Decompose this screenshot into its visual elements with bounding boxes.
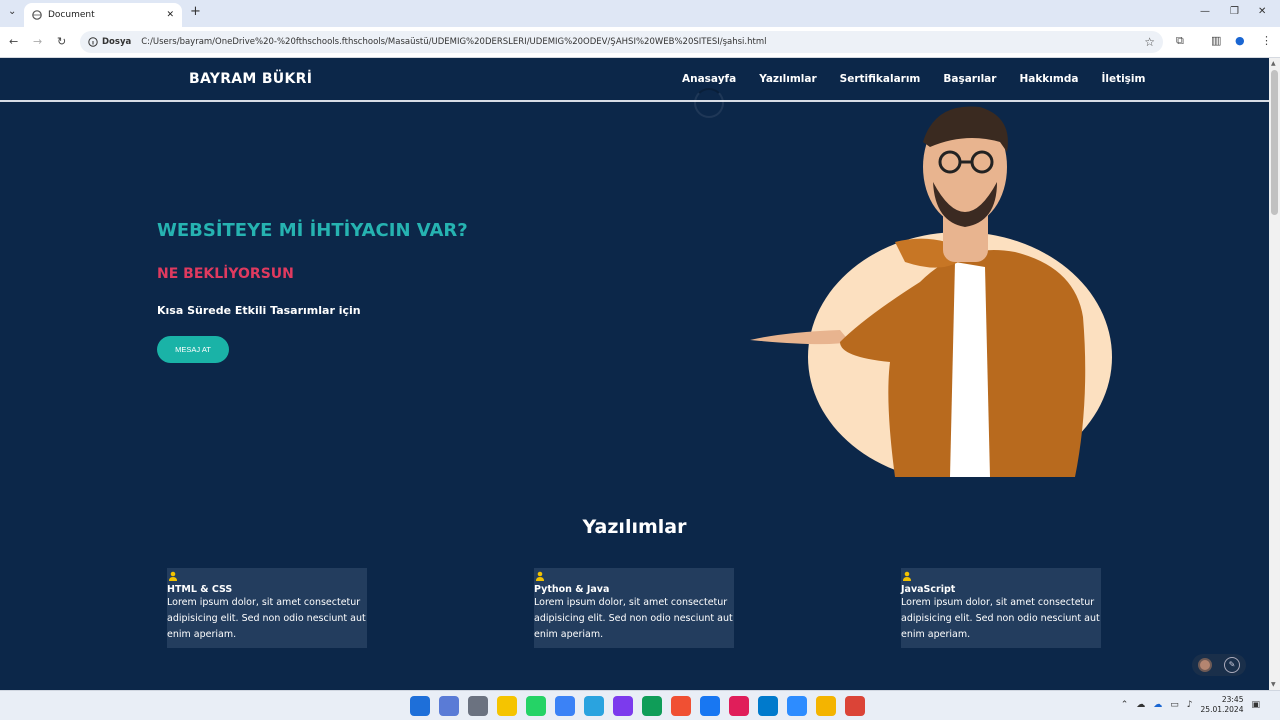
minimize-icon[interactable]: — [1200, 6, 1210, 17]
side-panel-icon[interactable]: ▥ [1211, 34, 1221, 47]
skill-card-python-java: Python & Java Lorem ipsum dolor, sit ame… [534, 568, 734, 648]
cloud-icon[interactable]: ☁ [1136, 700, 1145, 710]
skill-card-html: HTML & CSS Lorem ipsum dolor, sit amet c… [167, 568, 367, 648]
clock[interactable]: 23:45 25.01.2024 [1201, 695, 1244, 715]
browser-tab[interactable]: Document ✕ [24, 3, 182, 27]
hero-headline: WEBSİTEYE Mİ İHTİYACIN VAR? [157, 220, 468, 241]
telegram-icon[interactable] [584, 696, 604, 716]
browser-tab-bar: ⌄ Document ✕ + — ❐ ✕ [0, 0, 1280, 27]
display-icon[interactable]: ▭ [1170, 700, 1179, 710]
site-navbar: BAYRAM BÜKRİ Anasayfa Yazılımlar Sertifi… [0, 58, 1269, 102]
git-icon[interactable] [671, 696, 691, 716]
nav-link-sertifikalarim[interactable]: Sertifikalarım [840, 73, 921, 85]
windows-taskbar: ⌃ ☁ ☁ ▭ ♪ 23:45 25.01.2024 ▣ [0, 690, 1280, 720]
system-tray: ⌃ ☁ ☁ ▭ ♪ 23:45 25.01.2024 ▣ [1121, 695, 1260, 715]
loading-spinner [694, 88, 724, 118]
nav-link-anasayfa[interactable]: Anasayfa [682, 73, 736, 85]
card-text: Lorem ipsum dolor, sit amet consectetur … [534, 597, 733, 640]
slack-icon[interactable] [729, 696, 749, 716]
screen-recorder-widget: ✎ [1192, 654, 1246, 676]
page-scrollbar[interactable]: ▲ ▼ [1269, 58, 1280, 690]
zoom-icon[interactable] [787, 696, 807, 716]
messenger-icon[interactable] [700, 696, 720, 716]
hero-tagline: Kısa Sürede Etkili Tasarımlar için [157, 304, 361, 317]
back-icon[interactable]: ← [9, 35, 18, 48]
reload-icon[interactable]: ↻ [57, 35, 66, 48]
windows-start-icon[interactable] [410, 696, 430, 716]
scroll-up-icon[interactable]: ▲ [1271, 60, 1276, 67]
browser-toolbar: ← → ↻ Dosya C:/Users/bayram/OneDrive%20-… [0, 27, 1280, 58]
nav-link-hakkimda[interactable]: Hakkımda [1019, 73, 1078, 85]
address-bar[interactable]: Dosya C:/Users/bayram/OneDrive%20-%20fth… [80, 31, 1163, 53]
section-title: Yazılımlar [582, 516, 687, 538]
tab-search-icon[interactable]: ⌄ [8, 6, 16, 17]
hero-person-image [750, 106, 1112, 477]
whatsapp-icon[interactable] [526, 696, 546, 716]
edge-icon[interactable] [642, 696, 662, 716]
card-text: Lorem ipsum dolor, sit amet consectetur … [167, 597, 366, 640]
record-icon[interactable] [1198, 658, 1212, 672]
window-close-icon[interactable]: ✕ [1258, 6, 1266, 17]
nav-menu: Anasayfa Yazılımlar Sertifikalarım Başar… [682, 73, 1145, 85]
paint-icon[interactable] [555, 696, 575, 716]
skill-card-javascript: JavaScript Lorem ipsum dolor, sit amet c… [901, 568, 1101, 648]
scrollbar-thumb[interactable] [1271, 70, 1278, 215]
profile-icon[interactable]: ● [1235, 34, 1245, 47]
bookmark-star-icon[interactable]: ☆ [1144, 35, 1155, 49]
extensions-icon[interactable]: ⧉ [1176, 34, 1184, 48]
chrome-icon[interactable] [845, 696, 865, 716]
notification-icon[interactable]: ▣ [1251, 700, 1260, 710]
nav-link-yazilimlar[interactable]: Yazılımlar [759, 73, 816, 85]
globe-icon [32, 10, 42, 20]
sticky-notes-icon[interactable] [497, 696, 517, 716]
task-view-icon[interactable] [468, 696, 488, 716]
url-text: C:/Users/bayram/OneDrive%20-%20fthschool… [141, 37, 767, 47]
file-explorer-icon[interactable] [816, 696, 836, 716]
clock-date: 25.01.2024 [1200, 705, 1244, 714]
copilot-icon[interactable] [439, 696, 459, 716]
site-logo[interactable]: BAYRAM BÜKRİ [189, 71, 312, 87]
card-text: Lorem ipsum dolor, sit amet consectetur … [901, 597, 1100, 640]
card-title: JavaScript [901, 584, 956, 595]
close-tab-icon[interactable]: ✕ [166, 10, 174, 20]
message-button[interactable]: MESAJ AT [157, 336, 229, 363]
onedrive-icon[interactable]: ☁ [1153, 700, 1162, 710]
web-page: BAYRAM BÜKRİ Anasayfa Yazılımlar Sertifi… [0, 58, 1269, 690]
forward-icon[interactable]: → [33, 35, 42, 48]
user-icon [536, 571, 544, 581]
tab-title: Document [48, 10, 95, 20]
scroll-down-icon[interactable]: ▼ [1271, 681, 1276, 688]
vscode-icon[interactable] [758, 696, 778, 716]
card-title: HTML & CSS [167, 584, 233, 595]
menu-dots-icon[interactable]: ⋮ [1261, 34, 1272, 47]
card-title: Python & Java [534, 584, 610, 595]
restore-icon[interactable]: ❐ [1230, 6, 1239, 17]
address-chip: Dosya [102, 37, 132, 47]
clock-time: 23:45 [1221, 695, 1244, 704]
nav-link-iletisim[interactable]: İletişim [1101, 73, 1145, 85]
new-tab-icon[interactable]: + [190, 4, 201, 19]
github-desktop-icon[interactable] [613, 696, 633, 716]
hero-subheadline: NE BEKLİYORSUN [157, 266, 294, 282]
nav-link-basarilar[interactable]: Başarılar [943, 73, 996, 85]
chevron-up-icon[interactable]: ⌃ [1121, 700, 1129, 710]
pen-icon[interactable]: ✎ [1224, 657, 1240, 673]
user-icon [169, 571, 177, 581]
volume-icon[interactable]: ♪ [1187, 700, 1193, 710]
user-icon [903, 571, 911, 581]
taskbar-apps [410, 696, 865, 716]
info-icon [88, 37, 98, 47]
